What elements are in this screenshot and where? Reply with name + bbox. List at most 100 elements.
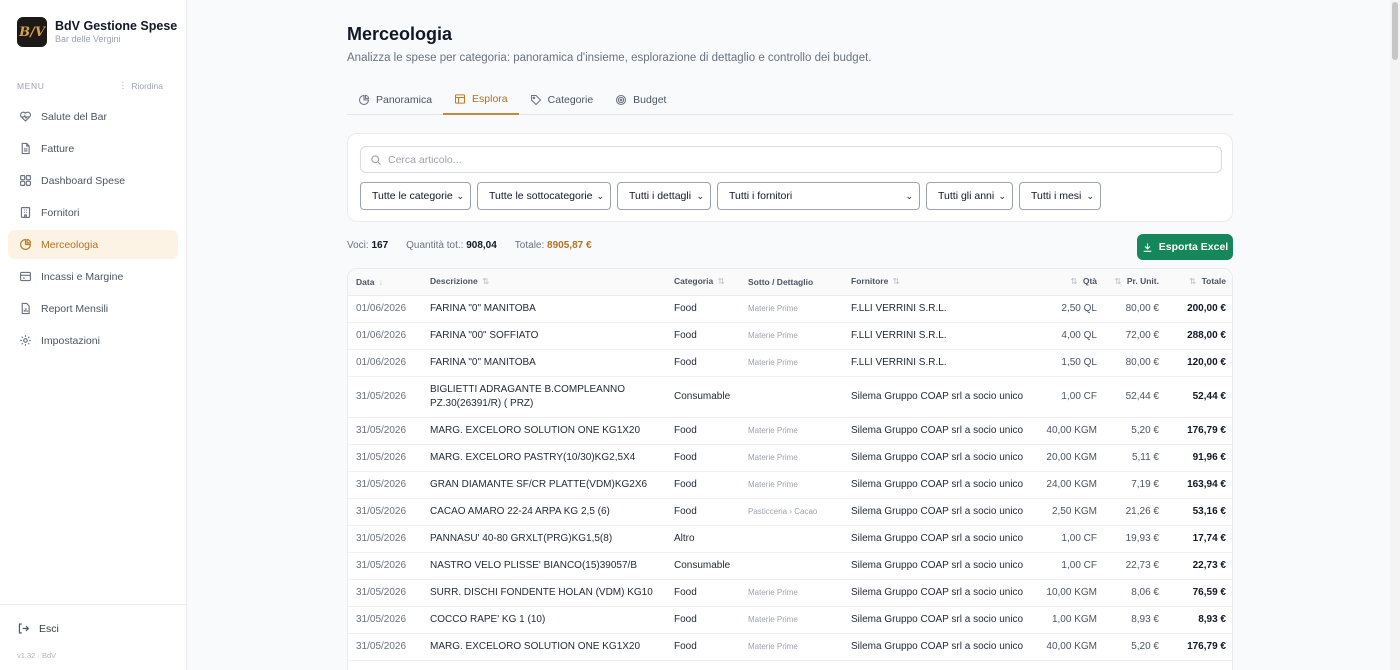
sidebar-item-incassi-e-margine[interactable]: Incassi e Margine bbox=[8, 262, 178, 291]
cell-cat: Food bbox=[674, 614, 697, 625]
scrollbar-thumb[interactable] bbox=[1392, 2, 1398, 60]
cell-qty: 1,00 KGM bbox=[1051, 614, 1097, 625]
category-select[interactable]: Tutte le categorie ⌄ bbox=[360, 182, 471, 210]
table-row[interactable]: 31/05/2026 SURR. DISCHI FONDENTE HOLAN (V… bbox=[348, 579, 1232, 606]
sidebar-item-salute-del-bar[interactable]: Salute del Bar bbox=[8, 102, 178, 131]
column-header-total[interactable]: ⇅ Totale bbox=[1167, 269, 1232, 295]
column-header-quantity[interactable]: ⇅ Qtà bbox=[1037, 269, 1105, 295]
cell-date: 31/05/2026 bbox=[356, 641, 407, 652]
column-header-label: Sotto / Dettaglio bbox=[748, 276, 814, 287]
sidebar-item-dashboard-spese[interactable]: Dashboard Spese bbox=[8, 166, 178, 195]
column-header-label: Descrizione bbox=[430, 276, 478, 287]
chevron-down-icon: ⌄ bbox=[456, 190, 464, 201]
cell-desc: FARINA "0" MANITOBA bbox=[430, 302, 536, 314]
cell-desc: MARG. EXCELORO SOLUTION ONE KG1X20 bbox=[430, 424, 641, 436]
cell-qty: 1,00 CF bbox=[1061, 560, 1097, 571]
cell-qty: 40,00 KGM bbox=[1046, 425, 1097, 436]
summary-bar: Voci: 167 Quantità tot.: 908,04 Totale: … bbox=[347, 240, 610, 251]
logout-label: Esci bbox=[39, 622, 59, 635]
cell-total: 176,79 € bbox=[1187, 425, 1226, 436]
search-input[interactable] bbox=[388, 153, 1188, 166]
table-row[interactable]: 31/05/2026 MARG. EXCELORO PASTRY(10/30)KG… bbox=[348, 444, 1232, 471]
cell-unit: 72,00 € bbox=[1125, 330, 1159, 341]
export-excel-button[interactable]: Esporta Excel bbox=[1137, 234, 1233, 260]
column-header-date[interactable]: Data ↓ bbox=[348, 269, 422, 295]
cell-total: 288,00 € bbox=[1187, 330, 1226, 341]
sidebar-item-report-mensili[interactable]: Report Mensili bbox=[8, 294, 178, 323]
sidebar-item-fatture[interactable]: Fatture bbox=[8, 134, 178, 163]
tab-budget[interactable]: Budget bbox=[604, 84, 677, 115]
sidebar-item-impostazioni[interactable]: Impostazioni bbox=[8, 326, 178, 355]
table-row[interactable]: 01/06/2026 FARINA "0" MANITOBA Food Materie… bbox=[348, 295, 1232, 322]
table-row[interactable]: 31/05/2026 CACAO AMARO 22-24 ARPA KG 2,5 … bbox=[348, 498, 1232, 525]
cell-sub: Pasticceria › Cacao bbox=[748, 507, 818, 516]
column-header-unit-price[interactable]: ⇅ Pr. Unit. bbox=[1105, 269, 1167, 295]
tab-panoramica[interactable]: Panoramica bbox=[347, 84, 443, 115]
month-select[interactable]: Tutti i mesi ⌄ bbox=[1019, 182, 1101, 210]
sidebar-nav: Salute del Bar Fatture Dashboard Spese F… bbox=[8, 102, 178, 358]
summary-count: Voci: 167 bbox=[347, 240, 388, 251]
cell-desc: CACAO AMARO 22-24 ARPA KG 2,5 (6) bbox=[430, 505, 610, 517]
cell-sub bbox=[740, 525, 843, 552]
cell-sub: Materie Prime bbox=[748, 642, 798, 651]
cell-date: 31/05/2026 bbox=[356, 614, 407, 625]
select-value: Tutti i fornitori bbox=[729, 190, 793, 202]
table-row[interactable]: 31/05/2026 PANNASU' 40-80 GRXLT(PRG)KG1,5… bbox=[348, 525, 1232, 552]
cell-date: 31/05/2026 bbox=[356, 452, 407, 463]
table-row[interactable]: 31/05/2026 GRAN DIAMANTE SF/CR PLATTE(VDM… bbox=[348, 471, 1232, 498]
cell-supplier: Silema Gruppo COAP srl a socio unico bbox=[851, 506, 1024, 517]
cell-unit: 19,93 € bbox=[1125, 533, 1159, 544]
cell-qty: 20,00 KGM bbox=[1046, 452, 1097, 463]
column-header-description[interactable]: Descrizione ⇅ bbox=[422, 269, 666, 295]
sort-icon: ⇅ bbox=[890, 276, 900, 287]
column-header-supplier[interactable]: Fornitore ⇅ bbox=[843, 269, 1037, 295]
cell-unit: 5,20 € bbox=[1131, 641, 1159, 652]
sidebar-item-label: Merceologia bbox=[41, 238, 99, 251]
filter-panel: Tutte le categorie ⌄ Tutte le sottocateg… bbox=[347, 133, 1233, 222]
reorder-button[interactable]: ⋮ Riordina bbox=[118, 80, 163, 91]
summary-count-label: Voci: bbox=[347, 240, 369, 251]
summary-count-value: 167 bbox=[371, 240, 389, 251]
cell-supplier: F.LLI VERRINI S.R.L. bbox=[851, 330, 947, 341]
page-scrollbar[interactable] bbox=[1390, 0, 1400, 670]
tab-categorie[interactable]: Categorie bbox=[519, 84, 605, 115]
column-header-category[interactable]: Categoria ⇅ bbox=[666, 269, 740, 295]
table-row[interactable]: 31/05/2026 NASTRO VELO PLISSE' BIANCO(15)… bbox=[348, 552, 1232, 579]
cell-total: 17,74 € bbox=[1192, 533, 1226, 544]
search-field[interactable] bbox=[360, 146, 1222, 173]
column-header-label: Totale bbox=[1201, 276, 1226, 287]
logout-button[interactable]: Esci bbox=[17, 622, 59, 635]
cell-unit: 80,00 € bbox=[1125, 357, 1159, 368]
cell-cat: Altro bbox=[674, 533, 695, 544]
table-row[interactable]: 31/05/2026 BIGLIETTI ADRAGANTE B.COMPLEAN… bbox=[348, 376, 1232, 417]
table-row[interactable]: 31/05/2026 COCCO RAPE' KG 1 (10) Food Mater… bbox=[348, 606, 1232, 633]
cell-cat: Food bbox=[674, 425, 697, 436]
select-value: Tutte le sottocategorie bbox=[489, 190, 593, 202]
cell-supplier: Silema Gruppo COAP srl a socio unico bbox=[851, 533, 1024, 544]
chevron-down-icon: ⌄ bbox=[1086, 190, 1094, 201]
detail-select[interactable]: Tutti i dettagli ⌄ bbox=[617, 182, 711, 210]
table-row[interactable]: 01/06/2026 FARINA "0" MANITOBA Food Materie… bbox=[348, 349, 1232, 376]
sidebar-item-merceologia[interactable]: Merceologia bbox=[8, 230, 178, 259]
tab-esplora[interactable]: Esplora bbox=[443, 84, 519, 115]
table-row[interactable]: 31/05/2026 MARG. EXCELORO SOLUTION ONE KG… bbox=[348, 633, 1232, 660]
gear-icon bbox=[18, 334, 32, 348]
sidebar-item-fornitori[interactable]: Fornitori bbox=[8, 198, 178, 227]
cell-qty: 10,00 KGM bbox=[1046, 587, 1097, 598]
cell-sub: Materie Prime bbox=[748, 426, 798, 435]
table-row[interactable]: 31/05/2026 MARG. EXCELORO SOLUTION ONE KG… bbox=[348, 417, 1232, 444]
items-table: Data ↓ Descrizione ⇅ Categoria ⇅ Sotto /… bbox=[347, 268, 1233, 670]
supplier-select[interactable]: Tutti i fornitori ⌄ bbox=[717, 182, 920, 210]
search-icon bbox=[371, 154, 381, 165]
cell-supplier: F.LLI VERRINI S.R.L. bbox=[851, 357, 947, 368]
cell-qty: 1,50 QL bbox=[1061, 357, 1097, 368]
brand[interactable]: B/V BdV Gestione Spese Bar delle Vergini bbox=[17, 17, 177, 47]
sort-icon: ⇅ bbox=[1070, 276, 1080, 287]
cell-supplier: Silema Gruppo COAP srl a socio unico bbox=[851, 425, 1024, 436]
table-row[interactable]: 01/06/2026 FARINA "00" SOFFIATO Food Materi… bbox=[348, 322, 1232, 349]
subcategory-select[interactable]: Tutte le sottocategorie ⌄ bbox=[477, 182, 611, 210]
select-value: Tutti gli anni bbox=[938, 190, 995, 202]
target-icon bbox=[616, 94, 627, 105]
cell-unit: 5,11 € bbox=[1131, 452, 1159, 463]
year-select[interactable]: Tutti gli anni ⌄ bbox=[926, 182, 1013, 210]
